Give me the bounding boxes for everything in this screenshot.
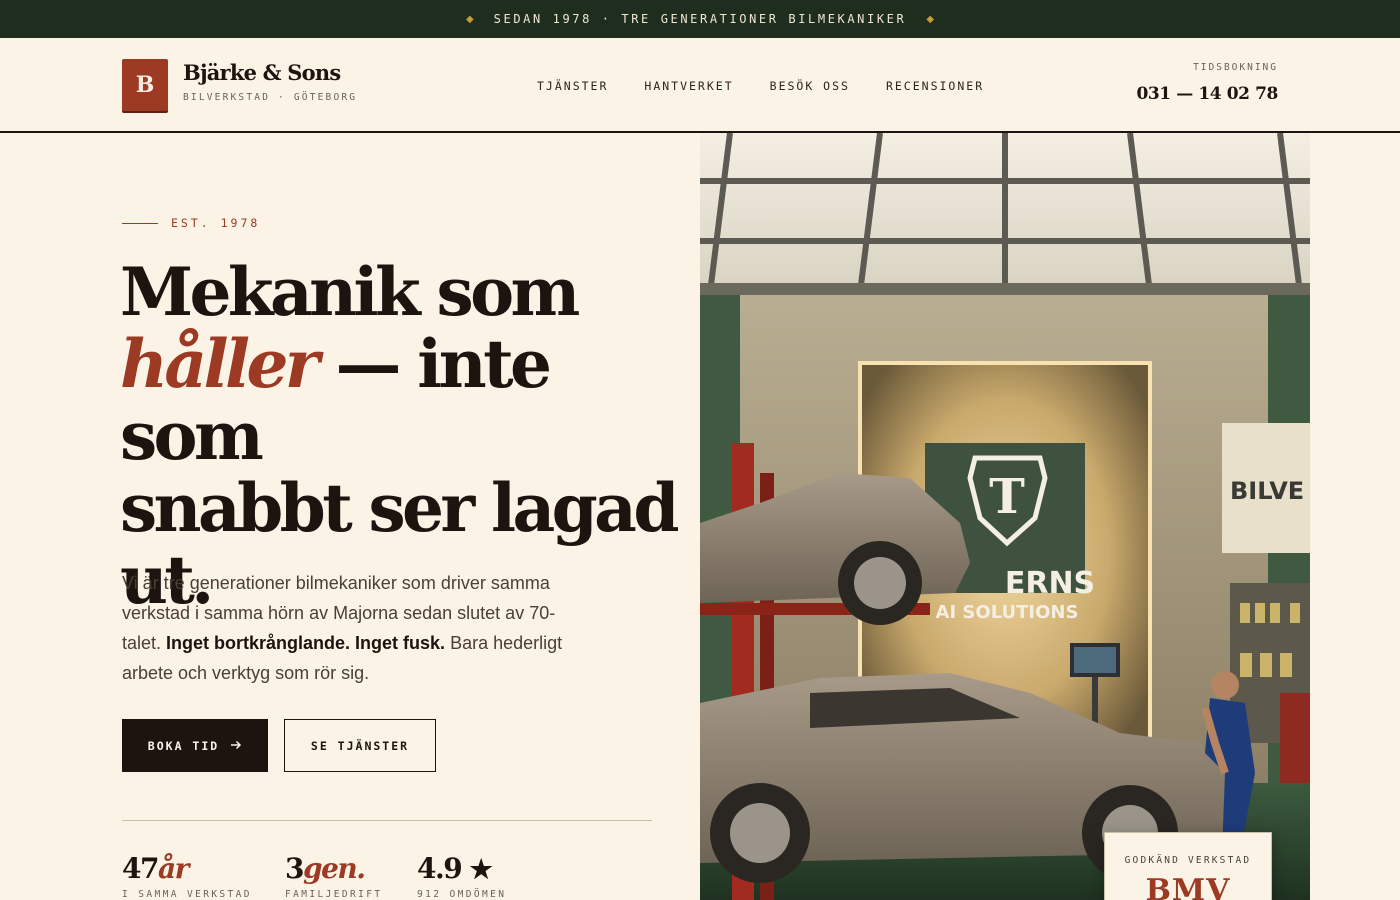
stat-value: 3 [285,852,304,885]
diamond-icon: ◆ [465,13,474,25]
eyebrow-rule [122,222,158,224]
sign-subtext: AI SOLUTIONS [936,602,1079,623]
sign-letter: T [989,469,1025,525]
hero-workshop-image: T ERNS AI SOLUTIONS BILVE [700,133,1310,900]
eyebrow: EST. 1978 [122,216,260,230]
certified-badge: GODKÄND VERKSTAD BMV [1104,832,1272,900]
stat-years: 47år I SAMMA VERKSTAD [122,852,252,900]
headline-line-3: snabbt ser lagad [120,469,679,547]
side-sign-text: BILVE [1230,477,1304,505]
booking-label: TIDSBOKNING [1193,62,1278,73]
nav-item-besok-oss[interactable]: BESÖK OSS [770,79,850,93]
booking-phone-link[interactable]: 031 — 14 02 78 [1136,84,1278,104]
nav-item-tjanster[interactable]: TJÄNSTER [537,79,608,93]
nav-item-recensioner[interactable]: RECENSIONER [886,79,984,93]
lede-bold: Inget bortkrånglande. Inget fusk. [166,633,446,653]
stat-accent: gen. [302,852,366,885]
book-button-label: BOKA TID [147,738,220,753]
site-header: B Bjärke & Sons BILVERKSTAD · GÖTEBORG T… [0,38,1400,133]
stat-generations: 3gen. FAMILJEDRIFT [285,852,382,900]
book-appointment-button[interactable]: BOKA TID [122,719,268,772]
announcement-bar: ◆ SEDAN 1978 · TRE GENERATIONER BILMEKAN… [0,0,1400,38]
nav-item-hantverket[interactable]: HANTVERKET [644,79,733,93]
stat-accent: år [157,852,189,885]
logo-mark[interactable]: B [122,59,168,111]
headline-line-1: Mekanik som [120,253,580,331]
headline-highlight: håller [120,325,320,403]
eyebrow-text: EST. 1978 [171,216,261,230]
stat-rating: 4.9 ★ 912 OMDÖMEN [417,852,506,900]
stats-divider [122,820,652,821]
brand-subtitle: BILVERKSTAD · GÖTEBORG [183,92,358,103]
announcement-text: SEDAN 1978 · TRE GENERATIONER BILMEKANIK… [493,12,907,26]
stat-value: 4.9 [417,852,463,885]
star-icon: ★ [469,855,492,885]
sign-text: ERNS [1005,566,1095,601]
main-nav: TJÄNSTER HANTVERKET BESÖK OSS RECENSIONE… [537,79,984,93]
view-services-button[interactable]: SE TJÄNSTER [284,719,436,772]
arrow-right-icon [231,739,242,753]
diamond-icon: ◆ [926,13,935,25]
stat-label: FAMILJEDRIFT [285,889,383,900]
badge-value: BMV [1145,873,1231,900]
hero-lede: Vi är tre generationer bilmekaniker som … [122,568,577,688]
services-button-label: SE TJÄNSTER [310,738,410,753]
brand-name[interactable]: Bjärke & Sons [183,60,341,85]
stat-label: I SAMMA VERKSTAD [122,889,252,900]
badge-label: GODKÄND VERKSTAD [1124,855,1252,866]
hero-headline: Mekanik som håller — inte som snabbt ser… [120,256,680,616]
stat-value: 47 [122,852,159,885]
stat-label: 912 OMDÖMEN [417,889,507,900]
